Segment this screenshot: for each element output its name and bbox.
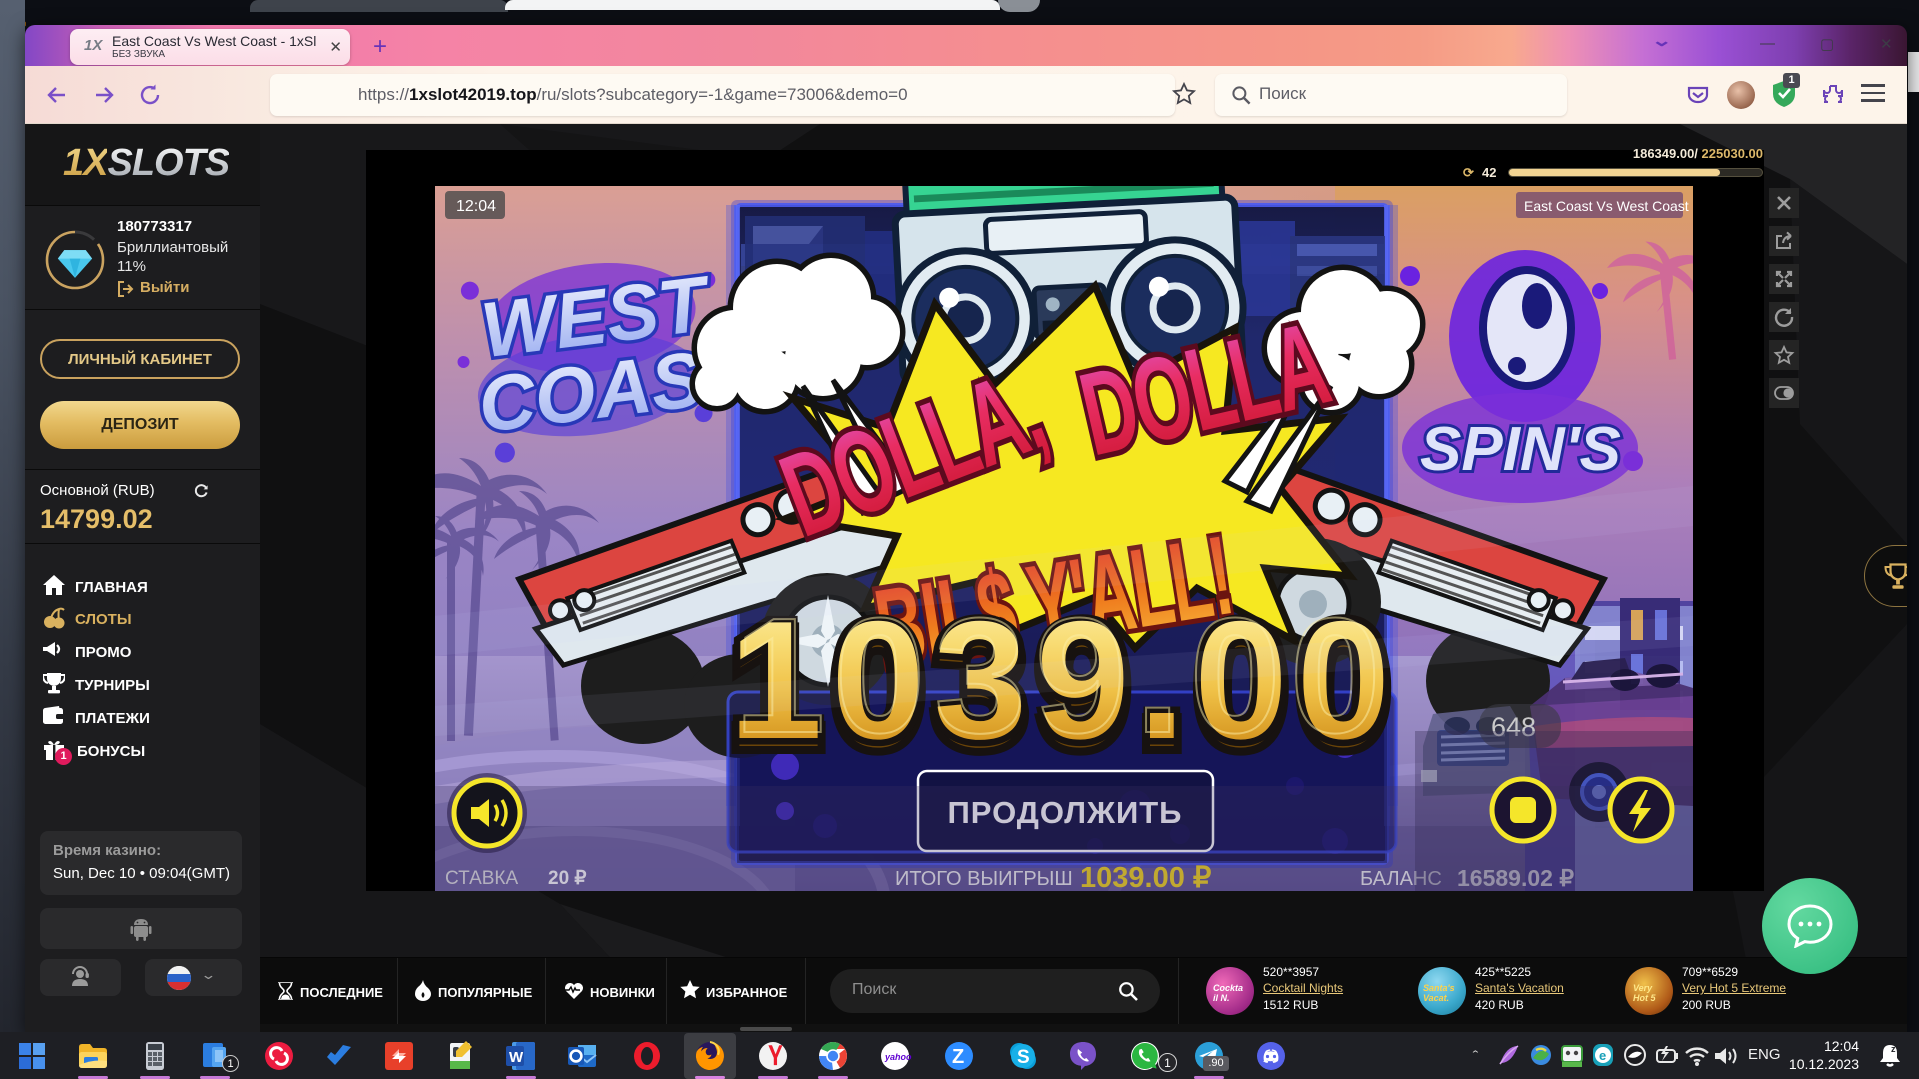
svg-text:W: W <box>509 1049 524 1066</box>
svg-text:z: z <box>1891 1044 1896 1054</box>
svg-text:12:04: 12:04 <box>456 198 496 215</box>
svg-text:e: e <box>1599 1048 1606 1063</box>
svg-text:yahoo!: yahoo! <box>884 1052 912 1062</box>
svg-text:East Coast Vs West Coast: East Coast Vs West Coast <box>1524 198 1689 214</box>
svg-text:Z: Z <box>952 1046 964 1068</box>
svg-text:SPIN'S: SPIN'S <box>1420 415 1621 484</box>
svg-text:S: S <box>1017 1047 1030 1068</box>
